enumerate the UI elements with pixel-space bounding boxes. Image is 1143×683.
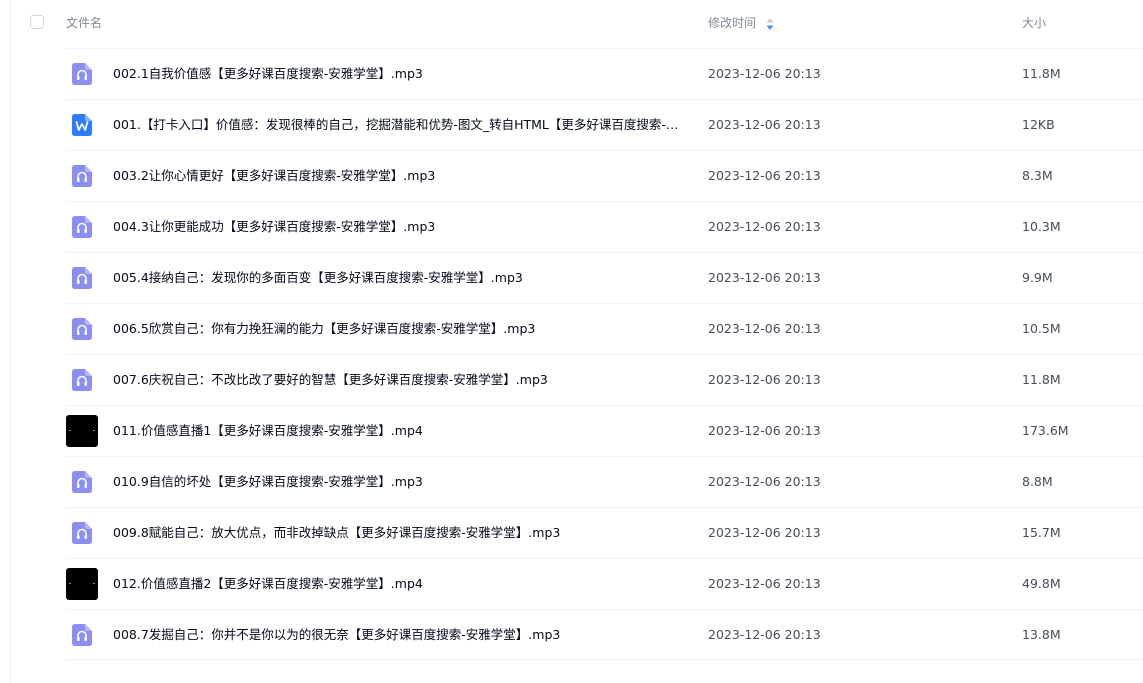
file-name[interactable]: 006.5欣赏自己：你有力挽狂澜的能力【更多好课百度搜索-安雅学堂】.mp3 bbox=[113, 320, 535, 338]
file-modified-time: 2023-12-06 20:13 bbox=[708, 372, 821, 387]
file-size: 8.8M bbox=[1022, 474, 1053, 489]
select-all-checkbox[interactable] bbox=[30, 15, 44, 29]
file-modified-time: 2023-12-06 20:13 bbox=[708, 219, 821, 234]
file-name[interactable]: 007.6庆祝自己：不改比改了要好的智慧【更多好课百度搜索-安雅学堂】.mp3 bbox=[113, 371, 548, 389]
column-header-size[interactable]: 大小 bbox=[1022, 14, 1046, 32]
file-size: 15.7M bbox=[1022, 525, 1061, 540]
list-header: 文件名 修改时间 大小 bbox=[0, 0, 1143, 48]
file-row[interactable]: 008.7发掘自己：你并不是你以为的很无奈【更多好课百度搜索-安雅学堂】.mp3… bbox=[0, 609, 1143, 660]
audio-file-icon bbox=[72, 318, 92, 340]
file-modified-time: 2023-12-06 20:13 bbox=[708, 423, 821, 438]
file-modified-time: 2023-12-06 20:13 bbox=[708, 66, 821, 81]
file-name[interactable]: 011.价值感直播1【更多好课百度搜索-安雅学堂】.mp4 bbox=[113, 422, 423, 440]
file-row[interactable]: 012.价值感直播2【更多好课百度搜索-安雅学堂】.mp4 2023-12-06 … bbox=[0, 558, 1143, 609]
file-modified-time: 2023-12-06 20:13 bbox=[708, 117, 821, 132]
audio-file-icon bbox=[72, 63, 92, 85]
file-name[interactable]: 001.【打卡入口】价值感：发现很棒的自己，挖掘潜能和优势-图文_转自HTML【… bbox=[113, 116, 683, 134]
file-size: 8.3M bbox=[1022, 168, 1053, 183]
file-modified-time: 2023-12-06 20:13 bbox=[708, 576, 821, 591]
file-row[interactable]: 006.5欣赏自己：你有力挽狂澜的能力【更多好课百度搜索-安雅学堂】.mp3 20… bbox=[0, 303, 1143, 354]
file-size: 10.5M bbox=[1022, 321, 1061, 336]
file-row[interactable]: 010.9自信的坏处【更多好课百度搜索-安雅学堂】.mp3 2023-12-06 … bbox=[0, 456, 1143, 507]
file-rows: 002.1自我价值感【更多好课百度搜索-安雅学堂】.mp3 2023-12-06 … bbox=[0, 48, 1143, 660]
file-row[interactable]: 005.4接纳自己：发现你的多面百变【更多好课百度搜索-安雅学堂】.mp3 202… bbox=[0, 252, 1143, 303]
file-name[interactable]: 009.8赋能自己：放大优点，而非改掉缺点【更多好课百度搜索-安雅学堂】.mp3 bbox=[113, 524, 560, 542]
file-row[interactable]: 003.2让你心情更好【更多好课百度搜索-安雅学堂】.mp3 2023-12-06… bbox=[0, 150, 1143, 201]
file-size: 49.8M bbox=[1022, 576, 1061, 591]
file-list: 文件名 修改时间 大小 002.1自我价值感【更多好课百度搜索-安雅学堂】.mp… bbox=[0, 0, 1143, 683]
file-row[interactable]: 002.1自我价值感【更多好课百度搜索-安雅学堂】.mp3 2023-12-06 … bbox=[0, 48, 1143, 99]
file-size: 173.6M bbox=[1022, 423, 1069, 438]
file-name[interactable]: 008.7发掘自己：你并不是你以为的很无奈【更多好课百度搜索-安雅学堂】.mp3 bbox=[113, 626, 560, 644]
file-size: 13.8M bbox=[1022, 627, 1061, 642]
file-name[interactable]: 003.2让你心情更好【更多好课百度搜索-安雅学堂】.mp3 bbox=[113, 167, 435, 185]
file-name[interactable]: 005.4接纳自己：发现你的多面百变【更多好课百度搜索-安雅学堂】.mp3 bbox=[113, 269, 523, 287]
audio-file-icon bbox=[72, 267, 92, 289]
audio-file-icon bbox=[72, 522, 92, 544]
audio-file-icon bbox=[72, 216, 92, 238]
word-doc-icon bbox=[72, 114, 92, 136]
file-modified-time: 2023-12-06 20:13 bbox=[708, 270, 821, 285]
file-row[interactable]: 011.价值感直播1【更多好课百度搜索-安雅学堂】.mp4 2023-12-06 … bbox=[0, 405, 1143, 456]
file-name[interactable]: 012.价值感直播2【更多好课百度搜索-安雅学堂】.mp4 bbox=[113, 575, 423, 593]
file-size: 9.9M bbox=[1022, 270, 1053, 285]
file-modified-time: 2023-12-06 20:13 bbox=[708, 168, 821, 183]
file-name[interactable]: 002.1自我价值感【更多好课百度搜索-安雅学堂】.mp3 bbox=[113, 65, 423, 83]
file-row[interactable]: 007.6庆祝自己：不改比改了要好的智慧【更多好课百度搜索-安雅学堂】.mp3 2… bbox=[0, 354, 1143, 405]
column-header-modified-time[interactable]: 修改时间 bbox=[708, 14, 756, 32]
sort-icon[interactable] bbox=[765, 17, 775, 31]
file-size: 11.8M bbox=[1022, 372, 1061, 387]
audio-file-icon bbox=[72, 165, 92, 187]
audio-file-icon bbox=[72, 471, 92, 493]
file-row[interactable]: 004.3让你更能成功【更多好课百度搜索-安雅学堂】.mp3 2023-12-06… bbox=[0, 201, 1143, 252]
file-modified-time: 2023-12-06 20:13 bbox=[708, 474, 821, 489]
column-header-name[interactable]: 文件名 bbox=[66, 14, 102, 32]
file-name[interactable]: 004.3让你更能成功【更多好课百度搜索-安雅学堂】.mp3 bbox=[113, 218, 435, 236]
file-modified-time: 2023-12-06 20:13 bbox=[708, 627, 821, 642]
file-size: 10.3M bbox=[1022, 219, 1061, 234]
file-size: 12KB bbox=[1022, 117, 1055, 132]
video-thumbnail bbox=[66, 568, 98, 600]
video-thumbnail bbox=[66, 415, 98, 447]
file-row[interactable]: 001.【打卡入口】价值感：发现很棒的自己，挖掘潜能和优势-图文_转自HTML【… bbox=[0, 99, 1143, 150]
file-name[interactable]: 010.9自信的坏处【更多好课百度搜索-安雅学堂】.mp3 bbox=[113, 473, 423, 491]
audio-file-icon bbox=[72, 624, 92, 646]
file-row[interactable]: 009.8赋能自己：放大优点，而非改掉缺点【更多好课百度搜索-安雅学堂】.mp3… bbox=[0, 507, 1143, 558]
file-modified-time: 2023-12-06 20:13 bbox=[708, 321, 821, 336]
audio-file-icon bbox=[72, 369, 92, 391]
file-size: 11.8M bbox=[1022, 66, 1061, 81]
file-modified-time: 2023-12-06 20:13 bbox=[708, 525, 821, 540]
